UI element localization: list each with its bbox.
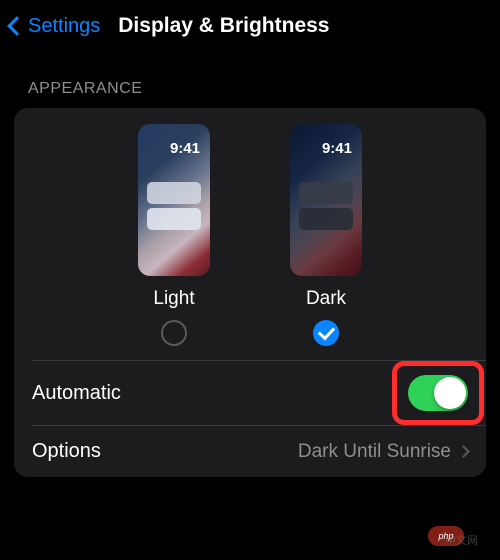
watermark-text: 中文网 (445, 532, 478, 548)
toggle-wrap (408, 375, 468, 411)
preview-widget (299, 208, 353, 230)
row-label: Automatic (32, 382, 121, 405)
appearance-option-dark[interactable]: 9:41 Dark (290, 124, 362, 346)
row-value: Dark Until Sunrise (298, 441, 468, 463)
row-label: Options (32, 440, 101, 463)
preview-widget (299, 182, 353, 204)
preview-time: 9:41 (322, 140, 352, 157)
value-text: Dark Until Sunrise (298, 441, 451, 463)
preview-dark: 9:41 (290, 124, 362, 276)
chevron-right-icon (457, 445, 470, 458)
row-automatic: Automatic (14, 361, 486, 425)
header: Settings Display & Brightness (0, 0, 500, 58)
appearance-option-light[interactable]: 9:41 Light (138, 124, 210, 346)
section-label-appearance: APPEARANCE (0, 58, 500, 108)
option-label: Light (153, 288, 194, 310)
preview-time: 9:41 (170, 140, 200, 157)
option-label: Dark (306, 288, 346, 310)
back-label: Settings (28, 15, 100, 38)
preview-light: 9:41 (138, 124, 210, 276)
automatic-toggle[interactable] (408, 375, 468, 411)
row-options[interactable]: Options Dark Until Sunrise (14, 426, 486, 477)
radio-light[interactable] (161, 320, 187, 346)
preview-widget (147, 208, 201, 230)
preview-widget (147, 182, 201, 204)
radio-dark[interactable] (313, 320, 339, 346)
toggle-knob (434, 377, 466, 409)
back-button[interactable]: Settings (10, 15, 100, 38)
chevron-left-icon (7, 16, 27, 36)
appearance-options: 9:41 Light 9:41 Dark (14, 124, 486, 360)
appearance-card: 9:41 Light 9:41 Dark Automatic (14, 108, 486, 477)
page-title: Display & Brightness (118, 14, 329, 38)
